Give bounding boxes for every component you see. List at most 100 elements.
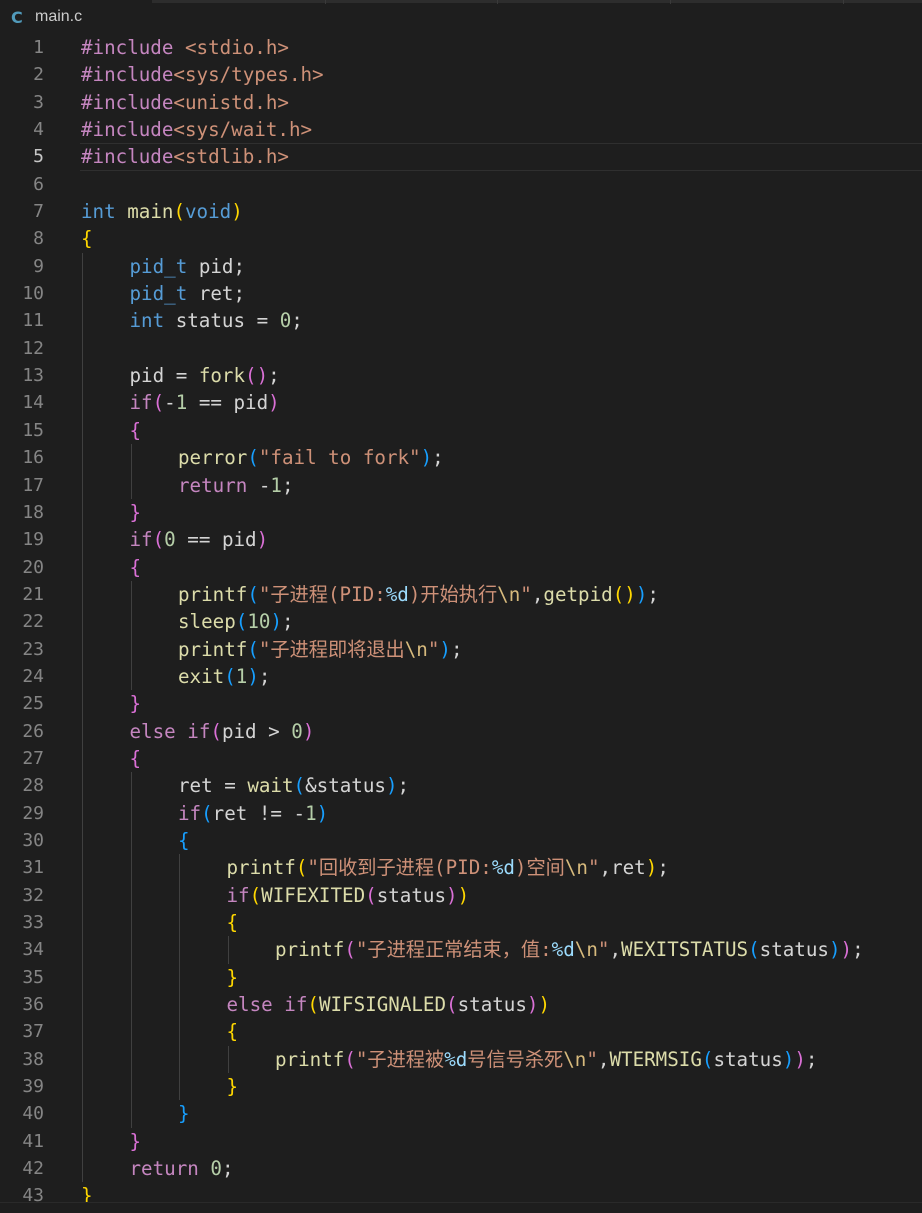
code-token: ; <box>647 582 659 606</box>
code-line[interactable]: 32 if(WIFEXITED(status)) <box>0 881 922 909</box>
code-line[interactable]: 29 if(ret != -1) <box>0 799 922 827</box>
code-text: if(0 == pid) <box>130 526 269 553</box>
code-token: { <box>226 1020 239 1044</box>
code-token: ( <box>701 1047 714 1071</box>
code-token: "子进程即将退出 <box>258 637 405 661</box>
indent-guide <box>179 963 180 992</box>
code-line[interactable]: 9 pid_t pid; <box>0 252 922 281</box>
tab-bar-border <box>152 0 922 3</box>
code-token: { <box>129 418 142 442</box>
code-token: 10 <box>247 610 271 634</box>
indent-guide <box>227 1045 229 1074</box>
code-line[interactable]: 34 printf("子进程正常结束，值:%d\n",WEXITSTATUS(st… <box>0 936 922 964</box>
indent-guide <box>227 936 229 964</box>
code-token: ) <box>247 664 259 688</box>
code-token: ) <box>457 883 470 907</box>
code-token: &status <box>305 774 386 798</box>
code-line[interactable]: 4 #include<sys/wait.h> <box>0 116 922 143</box>
code-line[interactable]: 10 pid_t ret; <box>0 280 922 308</box>
code-line[interactable]: 7 int main(void) <box>0 198 922 225</box>
code-token: ) <box>268 391 280 415</box>
code-text: } <box>227 1073 239 1100</box>
line-number: 29 <box>22 802 44 824</box>
code-line[interactable]: 15 { <box>0 416 922 445</box>
code-text: #include<unistd.h> <box>81 89 289 116</box>
code-token: <unistd.h> <box>173 90 289 114</box>
code-line[interactable]: 16 perror("fail to fork"); <box>0 444 922 472</box>
code-line[interactable]: 31 printf("回收到子进程(PID:%d)空间\n",ret); <box>0 854 922 882</box>
code-text: } <box>130 499 142 526</box>
code-token: ; <box>805 1047 818 1071</box>
indent-guide <box>82 690 83 718</box>
code-line[interactable]: 19 if(0 == pid) <box>0 526 922 554</box>
indent-guide <box>130 909 132 937</box>
code-line[interactable]: 35} <box>0 963 922 992</box>
code-token: () <box>612 582 636 606</box>
tab-separator <box>497 0 498 4</box>
code-line[interactable]: 40} <box>0 1100 922 1128</box>
code-line[interactable]: 13 pid = fork(); <box>0 362 922 390</box>
line-number: 33 <box>22 912 44 933</box>
code-line[interactable]: 14 if(-1 == pid) <box>0 389 922 417</box>
indent-guide <box>130 662 132 691</box>
code-line[interactable]: 2 #include<sys/types.h> <box>0 61 922 88</box>
code-token: else <box>226 993 273 1017</box>
code-line[interactable]: 42 return 0; <box>0 1155 922 1183</box>
code-line[interactable]: 5 #include<stdlib.h> <box>0 143 922 172</box>
code-editor[interactable]: 1 #include <stdio.h> 2 #include<sys/types.h… <box>0 34 922 1213</box>
code-token: ( <box>344 938 356 962</box>
code-line[interactable]: 27 { <box>0 744 922 773</box>
code-line[interactable]: 23 printf("子进程即将退出\n"); <box>0 635 922 663</box>
indent-guide <box>179 1073 180 1101</box>
code-token: pid > <box>221 719 292 743</box>
code-text: } <box>227 964 239 991</box>
code-line[interactable]: 24 exit(1); <box>0 662 922 691</box>
code-line[interactable]: 25} <box>0 690 922 718</box>
code-line[interactable]: 11 int status = 0; <box>0 307 922 335</box>
code-line[interactable]: 41} <box>0 1127 922 1156</box>
code-token: ; <box>281 473 294 497</box>
code-line[interactable]: 30 { <box>0 826 922 855</box>
line-number: 42 <box>22 1158 44 1180</box>
code-token: ret; <box>187 282 246 306</box>
code-token: if <box>284 993 308 1017</box>
code-line[interactable]: 21 printf("子进程(PID:%d)开始执行\n",getpid()); <box>0 580 922 609</box>
code-line[interactable]: 1 #include <stdio.h> <box>0 34 922 61</box>
code-line[interactable]: 28 ret = wait(&status); <box>0 772 922 800</box>
code-token: WIFSIGNALED <box>318 993 447 1017</box>
indent-guide <box>130 991 132 1019</box>
tab-main-c[interactable]: C main.c <box>0 0 152 34</box>
code-line[interactable]: 20 { <box>0 553 922 581</box>
indent-guide <box>130 1045 132 1074</box>
code-text: sleep(10); <box>178 608 294 635</box>
code-line[interactable]: 3 #include<unistd.h> <box>0 89 922 116</box>
code-line[interactable]: 33 { <box>0 909 922 937</box>
line-number: 7 <box>33 201 44 223</box>
code-line[interactable]: 17 return -1; <box>0 471 922 499</box>
code-token: <sys/wait.h> <box>173 118 313 142</box>
code-line[interactable]: 26 else if(pid > 0) <box>0 717 922 745</box>
code-token: return <box>178 473 248 497</box>
code-token: ) <box>840 938 853 962</box>
code-line[interactable]: 22 sleep(10); <box>0 608 922 636</box>
code-token: " <box>587 856 600 880</box>
code-token: pid_t <box>129 282 188 306</box>
indent-guide <box>82 334 83 363</box>
code-token: " <box>586 1047 598 1071</box>
code-line[interactable]: 37 { <box>0 1018 922 1046</box>
c-file-icon: C <box>11 7 23 27</box>
code-line[interactable]: 38 printf("子进程被%d号信号杀死\n",WTERMSIG(status… <box>0 1045 922 1074</box>
horizontal-scrollbar[interactable] <box>0 1202 922 1213</box>
code-line[interactable]: 8{ <box>0 225 922 252</box>
indent-guide <box>130 635 132 663</box>
code-line[interactable]: 6 <box>0 171 922 198</box>
code-text: #include<sys/types.h> <box>81 61 324 88</box>
code-line[interactable]: 36 else if(WIFSIGNALED(status)) <box>0 991 922 1019</box>
code-text: pid_t ret; <box>130 280 246 307</box>
code-token: ; <box>397 774 410 798</box>
code-line[interactable]: 18} <box>0 498 922 527</box>
code-line[interactable]: 39} <box>0 1073 922 1101</box>
code-token: } <box>226 965 239 989</box>
indent-guide <box>82 1073 83 1101</box>
code-line[interactable]: 12 <box>0 334 922 363</box>
